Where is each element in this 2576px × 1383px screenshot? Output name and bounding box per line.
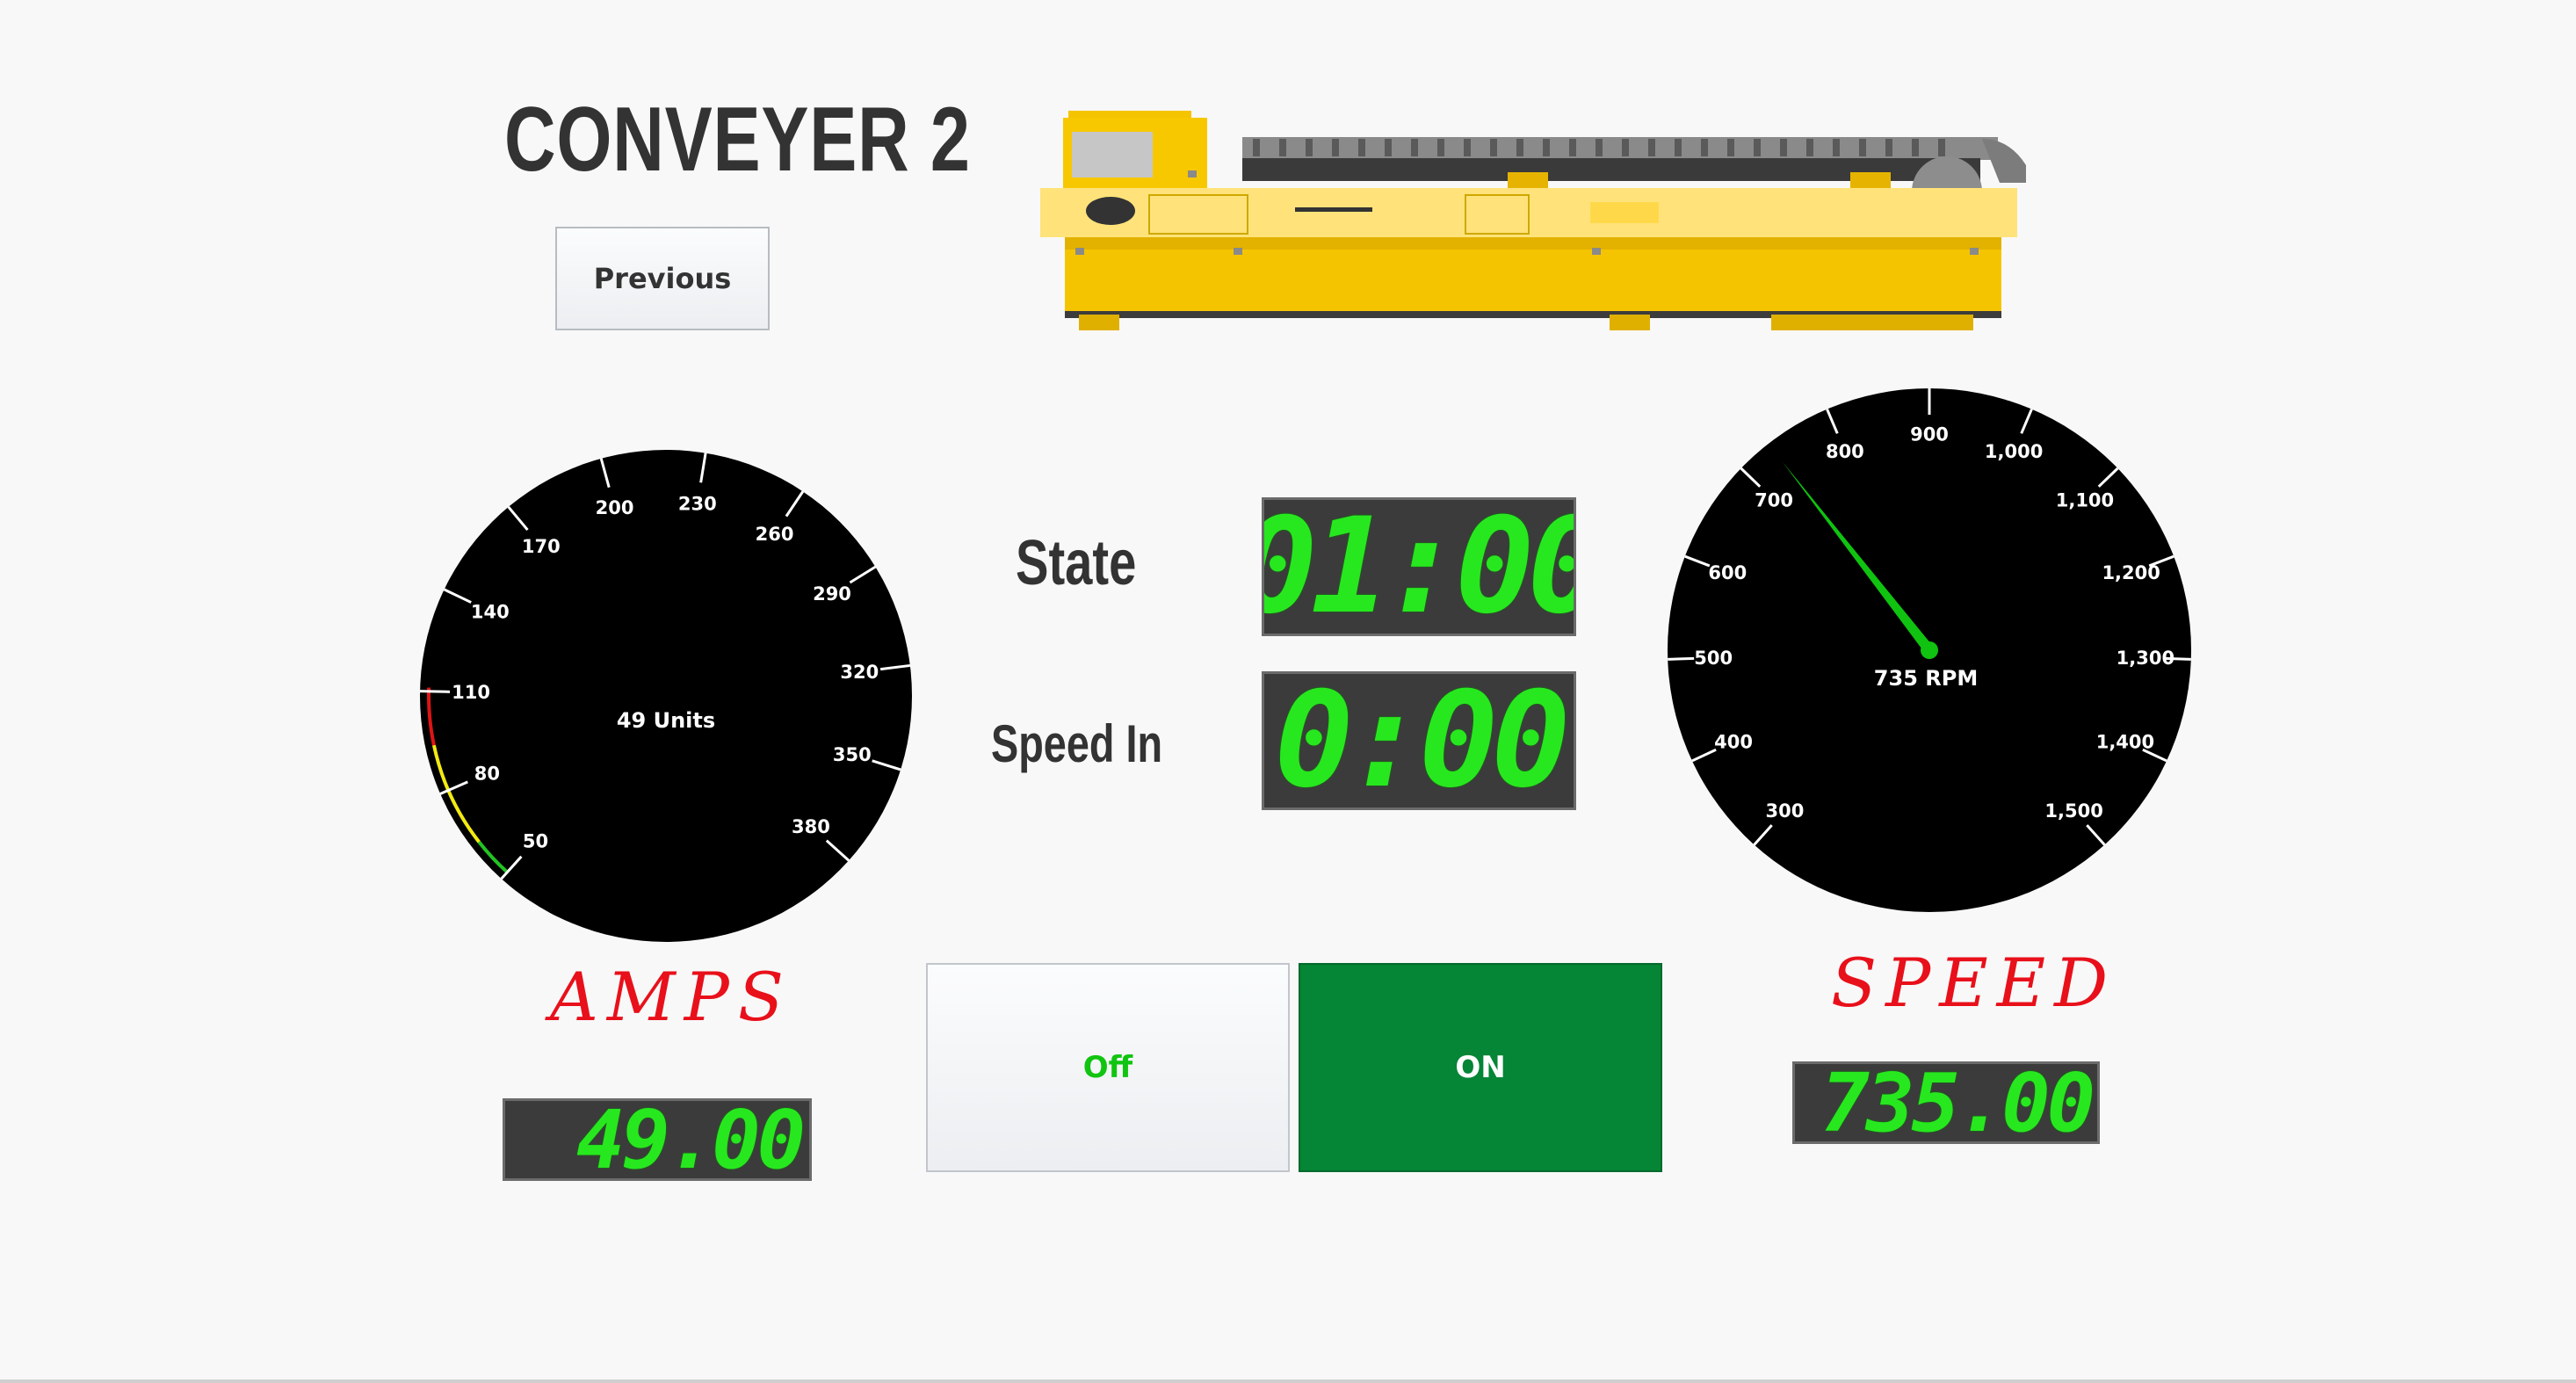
- amps-tick-label: 290: [813, 583, 851, 605]
- speed-tick-label: 300: [1765, 800, 1804, 822]
- amps-tick-label: 260: [756, 524, 794, 545]
- amps-tick-label: 380: [792, 816, 830, 837]
- speed-gauge: 300 400 500 600 700 800 900 1,000 1,100 1,200 1,30…: [1668, 388, 2191, 912]
- amps-tick-label: 140: [471, 601, 510, 622]
- off-button[interactable]: Off: [926, 963, 1290, 1172]
- speed-tick-label: 700: [1755, 489, 1793, 510]
- amps-tick-label: 110: [452, 682, 490, 703]
- speed-in-label: Speed In: [991, 714, 1163, 773]
- amps-tick-label: 350: [833, 744, 872, 765]
- speed-label: SPEED: [1831, 944, 2117, 1022]
- amps-tick-label: 320: [840, 662, 879, 683]
- amps-tick-label: 50: [523, 830, 548, 851]
- speed-tick-label: 1,500: [2044, 800, 2102, 822]
- speed-tick-label: 1,100: [2056, 489, 2114, 510]
- speed-tick-label: 1,400: [2096, 731, 2154, 752]
- speed-tick-label: 400: [1714, 731, 1753, 752]
- state-label: State: [1016, 528, 1137, 598]
- amps-tick-label: 200: [596, 497, 634, 518]
- speed-tick-label: 500: [1694, 648, 1733, 669]
- speed-tick-label: 1,300: [2117, 648, 2174, 669]
- amps-tick-label: 170: [522, 536, 561, 557]
- amps-label: AMPS: [550, 958, 792, 1036]
- speed-in-display: 0:00: [1262, 671, 1576, 810]
- speed-tick-label: 1,000: [1985, 441, 2043, 462]
- state-display-value: 01:00: [1264, 497, 1574, 636]
- amps-display: 49.00: [503, 1098, 812, 1181]
- amps-value-text: 49 Units: [617, 708, 715, 733]
- speed-tick-label: 600: [1708, 562, 1747, 583]
- amps-tick-label: 80: [474, 764, 500, 785]
- bottom-divider: [0, 1379, 2576, 1383]
- speed-value-text: 735 RPM: [1874, 666, 1978, 691]
- conveyor-illustration: [1040, 111, 2026, 330]
- speed-tick-label: 1,200: [2102, 562, 2160, 583]
- speed-display: 735.00: [1792, 1061, 2100, 1144]
- amps-display-value: 49.00: [576, 1098, 806, 1181]
- amps-gauge: 50 80 110 140 170 200 230 260 290 320 350 380 49 Un…: [420, 450, 912, 942]
- speed-tick-label: 900: [1910, 424, 1949, 445]
- speed-tick-label: 800: [1826, 441, 1864, 462]
- state-display: 01:00: [1262, 497, 1576, 636]
- speed-display-value: 735.00: [1820, 1061, 2095, 1144]
- speed-in-display-value: 0:00: [1274, 671, 1570, 810]
- amps-tick-label: 230: [678, 493, 717, 514]
- previous-button[interactable]: Previous: [555, 227, 770, 330]
- speed-tick: [1668, 656, 1695, 661]
- page-title: CONVEYER 2: [504, 89, 971, 191]
- on-button[interactable]: ON: [1299, 963, 1662, 1172]
- speed-needle-hub: [1921, 641, 1938, 659]
